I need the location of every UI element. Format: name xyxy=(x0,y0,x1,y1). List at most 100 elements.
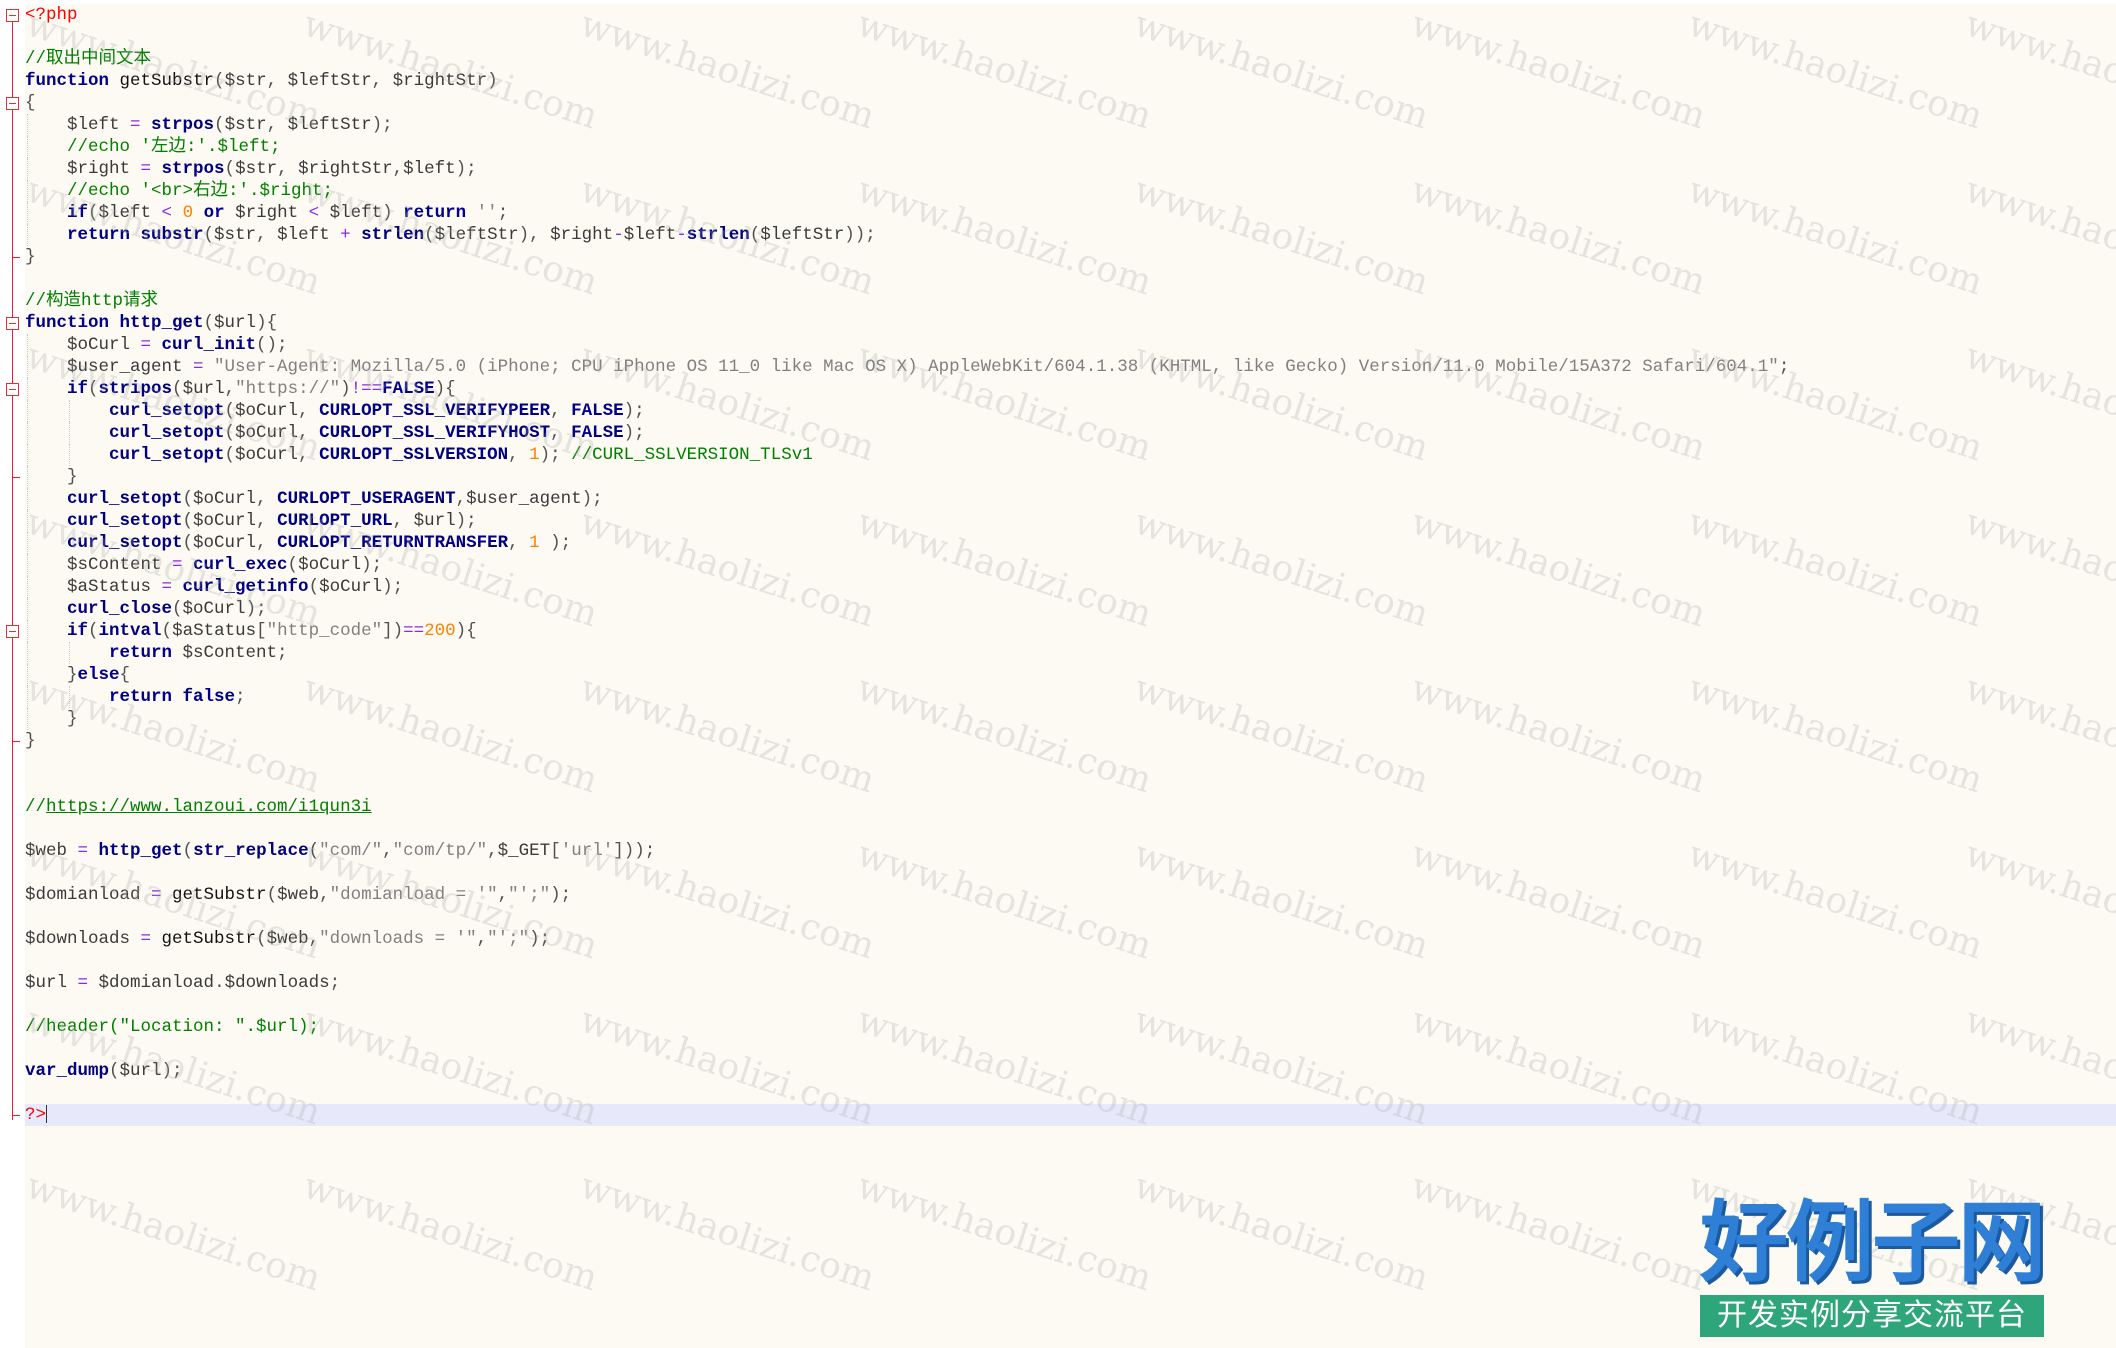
code-line[interactable]: $domianload = getSubstr($web,"domianload… xyxy=(25,884,2116,906)
fold-toggle-icon[interactable] xyxy=(6,97,19,110)
code-token: ){ xyxy=(434,379,456,399)
code-token: "http_code" xyxy=(266,621,383,641)
code-token: } xyxy=(25,731,36,751)
code-token: 1 xyxy=(529,533,540,553)
code-line[interactable]: $oCurl = curl_init(); xyxy=(25,334,2116,356)
code-line[interactable]: $aStatus = curl_getinfo($oCurl); xyxy=(25,576,2116,598)
code-token: ( xyxy=(161,621,173,641)
code-token: $aStatus xyxy=(172,621,257,641)
code-token: , xyxy=(298,423,320,443)
code-line[interactable] xyxy=(25,994,2116,1016)
code-line[interactable]: $sContent = curl_exec($oCurl); xyxy=(25,554,2116,576)
code-token: return xyxy=(109,643,173,663)
indent-guide xyxy=(27,224,28,246)
code-line[interactable]: //echo '左边:'.$left; xyxy=(25,136,2116,158)
code-token: CURLOPT_URL xyxy=(277,511,393,531)
code-line[interactable]: } xyxy=(25,466,2116,488)
code-token: $sContent xyxy=(172,643,278,663)
code-token: $oCurl xyxy=(235,445,299,465)
code-token: ( xyxy=(308,841,320,861)
code-token: ( xyxy=(203,313,215,333)
code-line[interactable] xyxy=(25,774,2116,796)
code-token: ; xyxy=(235,687,246,707)
code-line[interactable]: { xyxy=(25,92,2116,114)
code-line[interactable]: //构造http请求 xyxy=(25,290,2116,312)
code-token: curl_setopt xyxy=(109,423,225,443)
code-line[interactable]: curl_setopt($oCurl, CURLOPT_RETURNTRANSF… xyxy=(25,532,2116,554)
indent-guide xyxy=(27,686,28,708)
code-line[interactable]: $url = $domianload.$downloads; xyxy=(25,972,2116,994)
code-line[interactable] xyxy=(25,26,2116,48)
code-editor[interactable]: <?php//取出中间文本 function getSubstr($str, $l… xyxy=(25,4,2116,1348)
code-line[interactable] xyxy=(25,268,2116,290)
code-line[interactable] xyxy=(25,906,2116,928)
code-token: $url xyxy=(413,511,456,531)
code-line[interactable]: return false; xyxy=(25,686,2116,708)
code-line[interactable]: curl_close($oCurl); xyxy=(25,598,2116,620)
fold-toggle-icon[interactable] xyxy=(6,9,19,22)
code-token: "downloads = '" xyxy=(319,929,477,949)
code-line[interactable]: curl_setopt($oCurl, CURLOPT_SSL_VERIFYPE… xyxy=(25,400,2116,422)
code-token: getSubstr xyxy=(172,885,267,905)
code-line[interactable]: $user_agent = "User-Agent: Mozilla/5.0 (… xyxy=(25,356,2116,378)
indent-guide xyxy=(27,158,28,180)
code-line[interactable] xyxy=(25,752,2116,774)
code-line[interactable] xyxy=(25,862,2116,884)
code-line[interactable]: //echo '<br>右边:'.$right; xyxy=(25,180,2116,202)
code-line[interactable]: function http_get($url){ xyxy=(25,312,2116,334)
code-token: ( xyxy=(214,71,225,91)
code-token: $_GET xyxy=(497,841,551,861)
code-line[interactable]: if(stripos($url,"https://")!==FALSE){ xyxy=(25,378,2116,400)
code-line[interactable]: $downloads = getSubstr($web,"downloads =… xyxy=(25,928,2116,950)
code-line[interactable]: }else{ xyxy=(25,664,2116,686)
code-line[interactable]: curl_setopt($oCurl, CURLOPT_URL, $url); xyxy=(25,510,2116,532)
code-token: FALSE xyxy=(571,401,624,421)
code-line[interactable]: } xyxy=(25,730,2116,752)
code-token: ; xyxy=(1778,357,1790,377)
fold-toggle-icon[interactable] xyxy=(6,317,19,330)
code-line[interactable]: return $sContent; xyxy=(25,642,2116,664)
code-line[interactable]: } xyxy=(25,708,2116,730)
code-line[interactable]: $right = strpos($str, $rightStr,$left); xyxy=(25,158,2116,180)
code-token: CURLOPT_RETURNTRANSFER xyxy=(277,533,509,553)
code-line[interactable]: //header("Location: ".$url); xyxy=(25,1016,2116,1038)
fold-toggle-icon[interactable] xyxy=(6,625,19,638)
fold-toggle-icon[interactable] xyxy=(6,383,19,396)
code-token: $domianload xyxy=(98,973,215,993)
code-token: <?php xyxy=(25,5,78,25)
code-token: ); xyxy=(539,445,572,465)
code-line[interactable]: curl_setopt($oCurl, CURLOPT_SSLVERSION, … xyxy=(25,444,2116,466)
code-line[interactable]: //取出中间文本 xyxy=(25,48,2116,70)
code-token: "';" xyxy=(508,885,551,905)
code-token: curl_exec xyxy=(193,555,288,575)
code-line[interactable]: curl_setopt($oCurl, CURLOPT_USERAGENT,$u… xyxy=(25,488,2116,510)
code-token: - xyxy=(676,225,687,245)
code-line[interactable]: } xyxy=(25,246,2116,268)
code-token: ); xyxy=(623,401,645,421)
code-token: $sContent xyxy=(67,555,162,575)
code-token: ( xyxy=(172,379,183,399)
code-token: getSubstr xyxy=(161,929,257,949)
code-line[interactable]: var_dump($url); xyxy=(25,1060,2116,1082)
code-line[interactable]: if(intval($aStatus["http_code"])==200){ xyxy=(25,620,2116,642)
code-line[interactable] xyxy=(25,818,2116,840)
code-line[interactable] xyxy=(25,1082,2116,1104)
code-line[interactable]: ?> xyxy=(25,1104,2116,1126)
code-line[interactable]: $left = strpos($str, $leftStr); xyxy=(25,114,2116,136)
code-line[interactable]: curl_setopt($oCurl, CURLOPT_SSL_VERIFYHO… xyxy=(25,422,2116,444)
code-line[interactable] xyxy=(25,1038,2116,1060)
code-area[interactable]: <?php//取出中间文本 function getSubstr($str, $l… xyxy=(25,4,2116,1126)
code-line[interactable] xyxy=(25,950,2116,972)
code-token: ) xyxy=(487,71,498,91)
code-line[interactable]: return substr($str, $left + strlen($left… xyxy=(25,224,2116,246)
code-line[interactable]: //https://www.lanzoui.com/i1qun3i xyxy=(25,796,2116,818)
code-line[interactable]: $web = http_get(str_replace("com/","com/… xyxy=(25,840,2116,862)
code-line[interactable]: if($left < 0 or $right < $left) return '… xyxy=(25,202,2116,224)
code-line[interactable]: function getSubstr($str, $leftStr, $righ… xyxy=(25,70,2116,92)
code-token: , xyxy=(550,423,572,443)
code-line[interactable]: <?php xyxy=(25,4,2116,26)
code-token: $str xyxy=(214,225,257,245)
code-token: function xyxy=(25,71,110,91)
code-token: , xyxy=(392,511,414,531)
code-token: ( xyxy=(287,555,299,575)
